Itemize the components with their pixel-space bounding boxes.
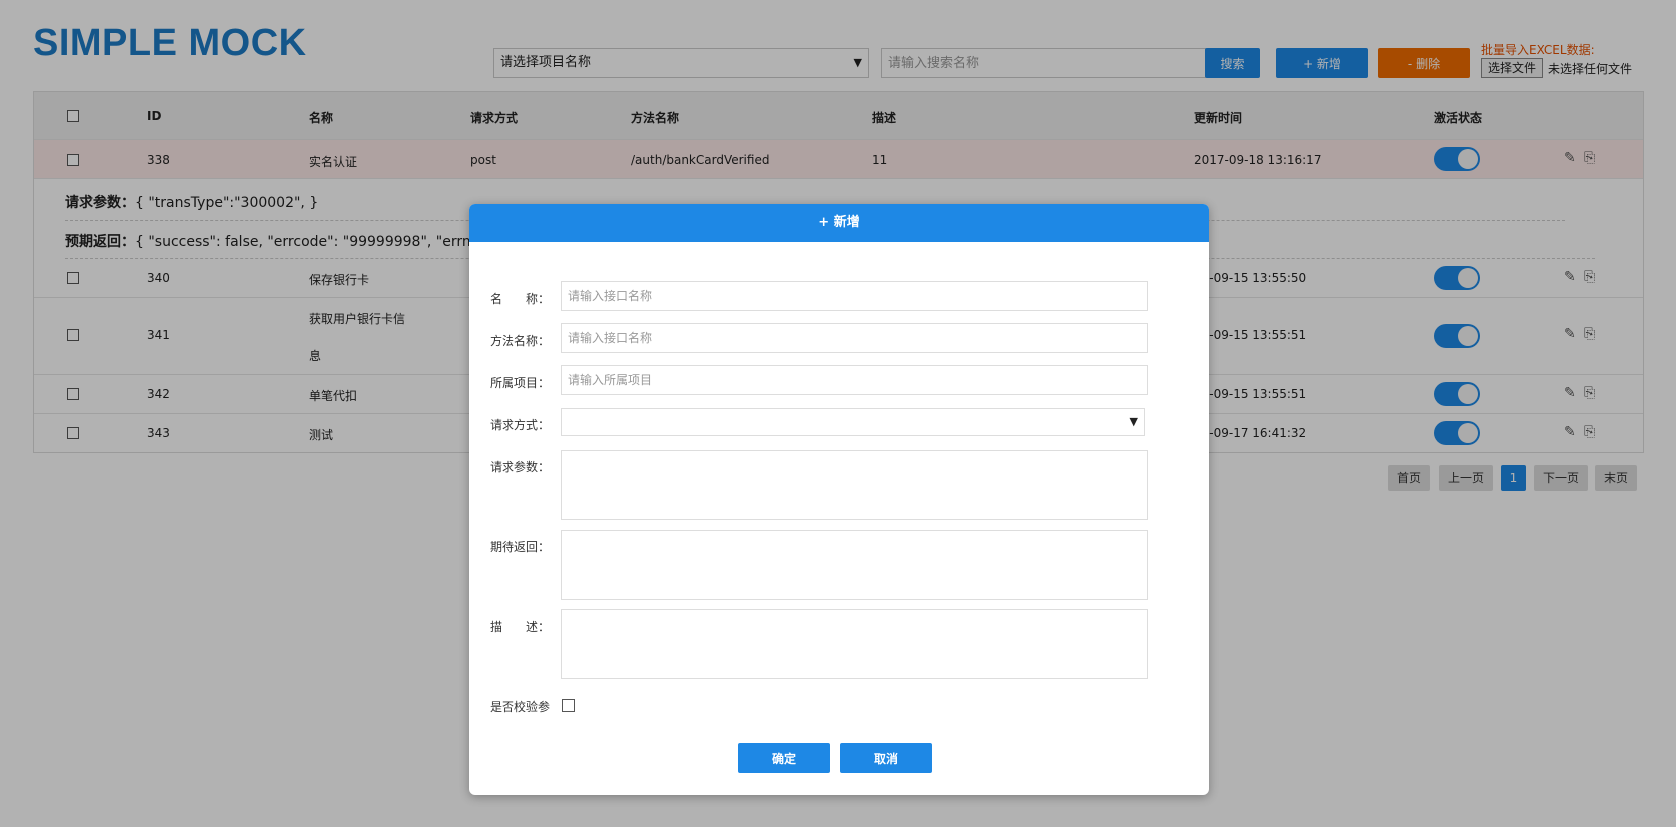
chevron-down-icon: ▼	[1129, 415, 1138, 428]
add-modal: + 新增 名 称： 方法名称： 所属项目： 请求方式： ▼ 请求参数： 期待返回…	[469, 204, 1209, 795]
expected-textarea[interactable]	[561, 530, 1148, 600]
params-textarea[interactable]	[561, 450, 1148, 520]
validate-label: 是否校验参	[490, 700, 551, 714]
expected-label: 期待返回：	[490, 540, 551, 554]
cancel-button[interactable]: 取消	[840, 743, 932, 773]
project-input[interactable]	[561, 365, 1148, 395]
name-label: 名 称：	[490, 292, 551, 306]
confirm-button[interactable]: 确定	[738, 743, 830, 773]
method-label: 请求方式：	[490, 418, 551, 432]
method-name-label: 方法名称：	[490, 334, 551, 348]
name-input[interactable]	[561, 281, 1148, 311]
validate-checkbox[interactable]	[562, 699, 575, 712]
method-name-input[interactable]	[561, 323, 1148, 353]
desc-textarea[interactable]	[561, 609, 1148, 679]
project-label: 所属项目：	[490, 376, 551, 390]
modal-title: + 新增	[469, 204, 1209, 242]
desc-label: 描 述：	[490, 620, 551, 634]
method-select[interactable]: ▼	[561, 408, 1145, 436]
params-label: 请求参数：	[490, 460, 551, 474]
